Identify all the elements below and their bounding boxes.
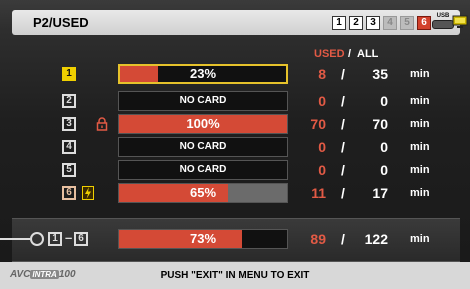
all-header: ALL: [357, 48, 379, 60]
total-row: 73% 89 / 122 min: [0, 229, 470, 249]
slot-row-4[interactable]: 4 NO CARD 0 / 0 min: [0, 137, 470, 157]
slot-used-minutes: 8: [318, 66, 326, 82]
slot-no-card-text: NO CARD: [179, 164, 227, 175]
slot-used-minutes: 70: [310, 116, 326, 132]
pc-icon: [452, 15, 468, 28]
slot-row-6[interactable]: 6 65% 11 / 17 min: [0, 183, 470, 203]
slot-indicator-1: 1: [332, 16, 346, 30]
footer-bar: AVC INTRA 100 PUSH "EXIT" IN MENU TO EXIT: [0, 262, 470, 289]
p2-used-screen: P2/USED 1 2 3 4 5 6 USB USED / ALL 1 23% 8…: [0, 0, 470, 289]
slot-unit: min: [410, 95, 430, 107]
slot-no-card-text: NO CARD: [179, 141, 227, 152]
usb-label: USB: [436, 13, 450, 19]
slot-label: 2: [62, 94, 76, 108]
slot-usage-percent: 65%: [189, 185, 217, 200]
header-separator: /: [348, 48, 352, 60]
total-usage-percent: 73%: [189, 231, 217, 246]
slot-used-minutes: 11: [311, 185, 326, 201]
slot-label: 6: [62, 186, 76, 200]
slot-indicator-2: 2: [349, 16, 363, 30]
total-usage-bar: 73%: [118, 229, 288, 249]
slot-all-minutes: 17: [372, 185, 388, 201]
lightning-icon: [82, 186, 94, 200]
slot-label: 4: [62, 140, 76, 154]
usb-drive-icon: USB: [432, 13, 454, 29]
slot-indicator-6: 6: [417, 16, 431, 30]
slot-used-minutes: 0: [318, 93, 326, 109]
total-used-minutes: 89: [310, 231, 326, 247]
slot-separator: /: [341, 185, 345, 201]
slot-usage-percent: 100%: [186, 116, 220, 131]
slot-separator: /: [341, 162, 345, 178]
slot-unit: min: [410, 68, 430, 80]
slot-unit: min: [410, 118, 430, 130]
slot-label: 5: [62, 163, 76, 177]
slot-usage-bar: NO CARD: [118, 137, 288, 157]
slot-separator: /: [341, 66, 345, 82]
slot-usage-bar: NO CARD: [118, 160, 288, 180]
slot-usage-bar: 23%: [118, 64, 288, 84]
slot-all-minutes: 0: [380, 162, 388, 178]
slot-separator: /: [341, 93, 345, 109]
used-header: USED: [314, 48, 345, 60]
slot-all-minutes: 70: [372, 116, 388, 132]
slot-separator: /: [341, 139, 345, 155]
lock-icon: [96, 117, 108, 131]
slot-used-minutes: 0: [318, 139, 326, 155]
slot-row-3[interactable]: 3 100% 70 / 70 min: [0, 114, 470, 134]
slot-unit: min: [410, 164, 430, 176]
slot-all-minutes: 35: [372, 66, 388, 82]
slot-usage-percent: 23%: [189, 66, 217, 81]
slot-unit: min: [410, 187, 430, 199]
slot-all-minutes: 0: [380, 139, 388, 155]
slot-usage-bar: NO CARD: [118, 91, 288, 111]
slot-indicator-5: 5: [400, 16, 414, 30]
slot-usage-bar: 65%: [118, 183, 288, 203]
slot-unit: min: [410, 141, 430, 153]
slot-usage-bar: 100%: [118, 114, 288, 134]
usb-disk-shape: [432, 20, 454, 29]
total-unit: min: [410, 233, 430, 245]
slot-row-1[interactable]: 1 23% 8 / 35 min: [0, 64, 470, 84]
total-separator: /: [341, 231, 345, 247]
slot-label: 1: [62, 67, 76, 81]
slot-all-minutes: 0: [380, 93, 388, 109]
screen-title: P2/USED: [33, 15, 89, 30]
slot-row-5[interactable]: 5 NO CARD 0 / 0 min: [0, 160, 470, 180]
exit-instruction: PUSH "EXIT" IN MENU TO EXIT: [160, 270, 310, 281]
slot-no-card-text: NO CARD: [179, 95, 227, 106]
slot-row-2[interactable]: 2 NO CARD 0 / 0 min: [0, 91, 470, 111]
total-all-minutes: 122: [364, 231, 388, 247]
slot-separator: /: [341, 116, 345, 132]
slot-label: 3: [62, 117, 76, 131]
slot-used-minutes: 0: [318, 162, 326, 178]
slot-indicator-3: 3: [366, 16, 380, 30]
slot-indicator-4: 4: [383, 16, 397, 30]
title-bar: P2/USED 1 2 3 4 5 6 USB: [12, 10, 468, 35]
